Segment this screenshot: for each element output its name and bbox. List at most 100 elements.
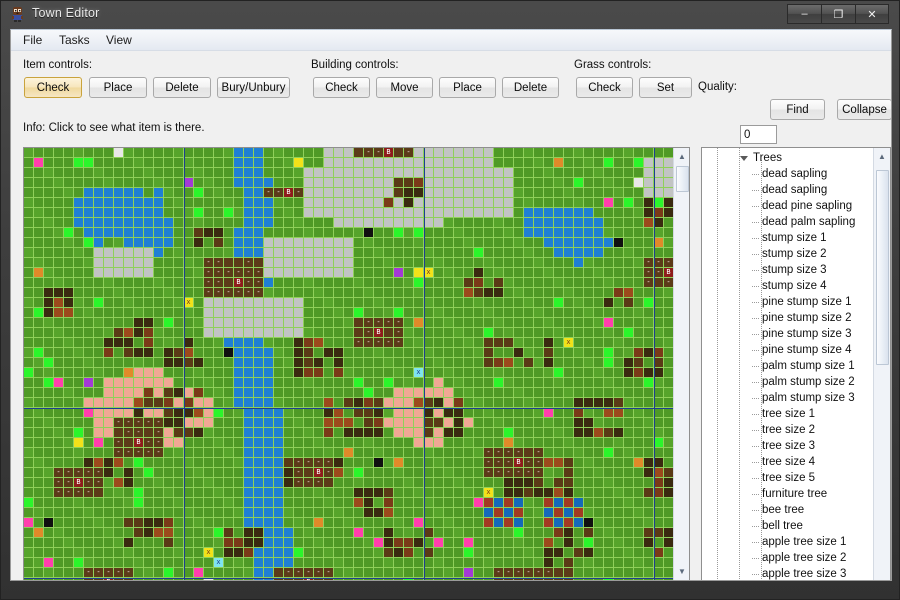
map-cell[interactable] (344, 458, 353, 467)
tree-item[interactable]: pine stump size 4 (762, 342, 852, 358)
map-cell[interactable] (184, 548, 193, 557)
map-cell[interactable] (464, 148, 473, 157)
map-cell[interactable] (504, 338, 513, 347)
map-cell[interactable] (344, 248, 353, 257)
map-cell[interactable] (574, 368, 583, 377)
map-cell[interactable] (174, 468, 183, 477)
map-cell[interactable] (624, 458, 633, 467)
map-cell[interactable] (114, 218, 123, 227)
map-cell[interactable] (264, 318, 273, 327)
map-cell[interactable] (634, 388, 643, 397)
map-cell[interactable] (44, 148, 53, 157)
building-tile-marker[interactable]: - (114, 448, 123, 457)
map-cell[interactable] (644, 438, 653, 447)
map-cell[interactable] (604, 388, 613, 397)
map-cell[interactable] (244, 468, 253, 477)
map-cell[interactable] (574, 218, 583, 227)
tree-item[interactable]: tree size 3 (762, 438, 815, 454)
map-cell[interactable] (404, 188, 413, 197)
map-cell[interactable] (114, 198, 123, 207)
map-cell[interactable] (644, 178, 653, 187)
map-cell[interactable] (464, 348, 473, 357)
map-cell[interactable] (354, 388, 363, 397)
map-cell[interactable] (64, 398, 73, 407)
map-cell[interactable] (514, 308, 523, 317)
map-cell[interactable] (414, 188, 423, 197)
map-cell[interactable] (604, 458, 613, 467)
map-cell[interactable] (194, 308, 203, 317)
map-cell[interactable] (464, 278, 473, 287)
map-cell[interactable] (644, 208, 653, 217)
map-cell[interactable] (164, 338, 173, 347)
map-cell[interactable] (244, 228, 253, 237)
map-cell[interactable] (24, 158, 33, 167)
map-cell[interactable] (584, 438, 593, 447)
map-cell[interactable] (244, 568, 253, 577)
building-tile-marker[interactable]: - (274, 188, 283, 197)
map-cell[interactable] (164, 348, 173, 357)
map-cell[interactable] (164, 148, 173, 157)
map-cell[interactable] (264, 508, 273, 517)
map-cell[interactable] (594, 278, 603, 287)
map-cell[interactable] (444, 268, 453, 277)
map-cell[interactable] (534, 378, 543, 387)
map-cell[interactable] (104, 528, 113, 537)
map-cell[interactable] (454, 488, 463, 497)
map-cell[interactable] (604, 328, 613, 337)
map-cell[interactable] (384, 568, 393, 577)
map-cell[interactable] (474, 398, 483, 407)
map-cell[interactable] (264, 348, 273, 357)
map-cell[interactable] (574, 418, 583, 427)
map-cell[interactable] (94, 328, 103, 337)
map-cell[interactable] (294, 328, 303, 337)
map-cell[interactable] (564, 438, 573, 447)
map-cell[interactable] (304, 388, 313, 397)
building-tile-marker[interactable]: - (374, 318, 383, 327)
map-cell[interactable] (654, 538, 663, 547)
map-cell[interactable] (544, 148, 553, 157)
map-cell[interactable] (44, 408, 53, 417)
building-tile-marker[interactable]: - (244, 258, 253, 267)
map-cell[interactable] (404, 248, 413, 257)
map-cell[interactable] (64, 548, 73, 557)
map-cell[interactable] (224, 338, 233, 347)
map-cell[interactable] (324, 208, 333, 217)
map-cell[interactable] (364, 468, 373, 477)
map-cell[interactable] (434, 288, 443, 297)
map-cell[interactable] (54, 358, 63, 367)
map-cell[interactable] (474, 148, 483, 157)
map-cell[interactable] (514, 478, 523, 487)
map-cell[interactable] (144, 338, 153, 347)
map-cell[interactable] (74, 308, 83, 317)
map-cell[interactable] (334, 348, 343, 357)
map-cell[interactable] (584, 288, 593, 297)
map-cell[interactable] (374, 438, 383, 447)
map-cell[interactable] (344, 278, 353, 287)
map-cell[interactable] (184, 558, 193, 567)
building-tile-marker[interactable]: - (224, 268, 233, 277)
map-cell[interactable] (654, 228, 663, 237)
map-cell[interactable] (524, 408, 533, 417)
map-cell[interactable] (544, 478, 553, 487)
map-cell[interactable] (434, 458, 443, 467)
map-cell[interactable] (454, 158, 463, 167)
map-cell[interactable] (464, 568, 473, 577)
map-cell[interactable] (224, 158, 233, 167)
building-tile-marker[interactable]: - (244, 288, 253, 297)
map-cell[interactable] (394, 488, 403, 497)
map-cell[interactable] (624, 288, 633, 297)
map-cell[interactable] (464, 548, 473, 557)
map-cell[interactable] (574, 288, 583, 297)
map-cell[interactable] (494, 368, 503, 377)
building-tile-marker[interactable]: - (294, 188, 303, 197)
map-cell[interactable] (244, 238, 253, 247)
map-cell[interactable] (314, 558, 323, 567)
map-cell[interactable] (144, 278, 153, 287)
map-cell[interactable] (94, 408, 103, 417)
map-cell[interactable] (634, 438, 643, 447)
map-cell[interactable] (234, 158, 243, 167)
map-cell[interactable] (414, 528, 423, 537)
map-cell[interactable] (514, 488, 523, 497)
map-cell[interactable] (444, 518, 453, 527)
map-cell[interactable] (74, 418, 83, 427)
